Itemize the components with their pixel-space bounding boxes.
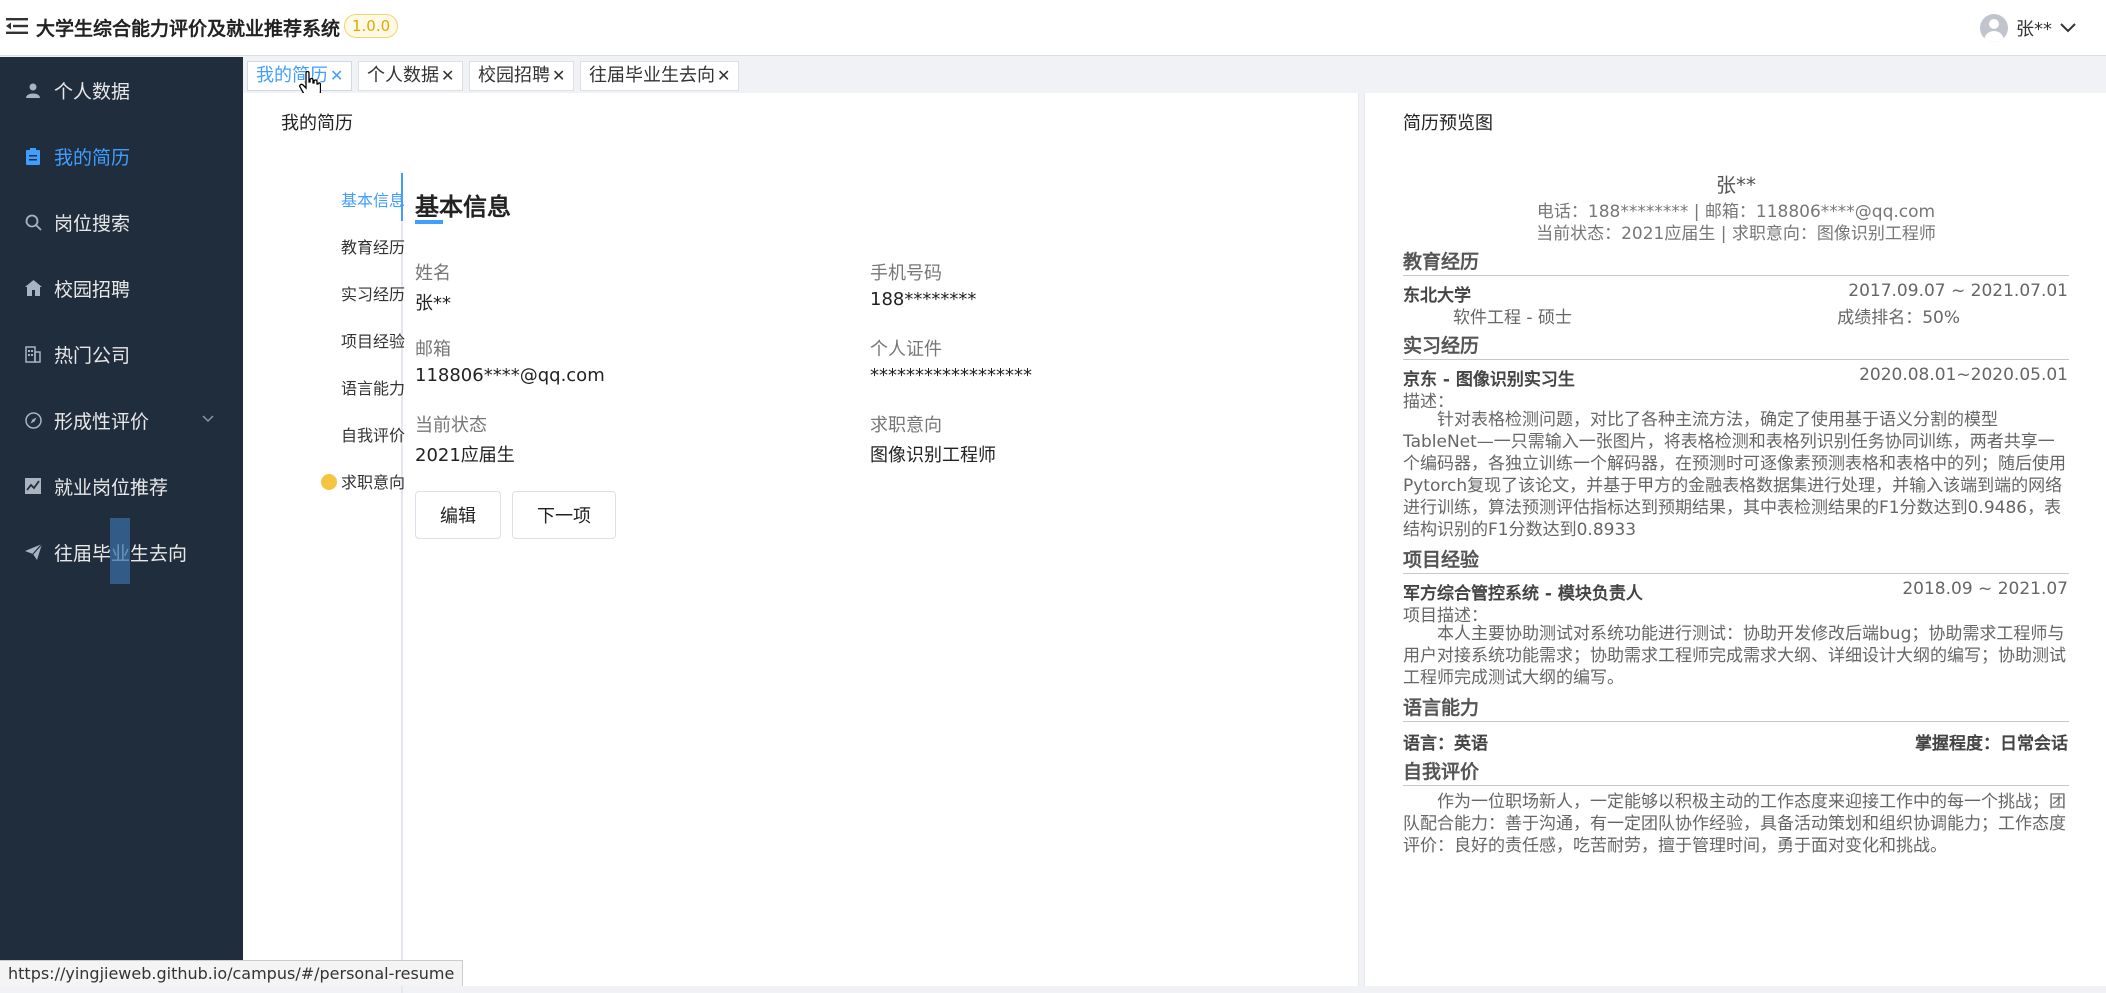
sidebar-item-label: 岗位搜索 xyxy=(54,212,131,235)
sidebar-item-my-resume[interactable]: 我的简历 xyxy=(0,123,243,189)
sidebar-item-label: 就业岗位推荐 xyxy=(54,476,169,499)
home-icon xyxy=(24,279,42,297)
step-self-eval[interactable]: 自我评价 xyxy=(341,422,405,446)
name-value: 张** xyxy=(415,293,451,314)
close-icon[interactable]: ✕ xyxy=(441,66,454,85)
tab-bar: 我的简历 ✕ 个人数据 ✕ 校园招聘 ✕ 往届毕业生去向 ✕ xyxy=(243,57,2106,99)
sidebar-item-job-search[interactable]: 岗位搜索 xyxy=(0,189,243,255)
intent-label: 求职意向 xyxy=(870,415,942,436)
resume-panel: 我的简历 基本信息 教育经历 实习经历 项目经验 语言能力 自我评价 求职意向 … xyxy=(243,93,1359,993)
user-menu[interactable]: 张** xyxy=(1980,13,2076,43)
text-selection-highlight xyxy=(110,518,130,584)
preview-project-heading: 项目经验 xyxy=(1403,545,2069,574)
preview-intern-desc: 针对表格检测问题，对比了各种主流方法，确定了使用基于语义分割的模型TableNe… xyxy=(1403,410,2066,540)
step-education[interactable]: 教育经历 xyxy=(341,234,405,258)
close-icon[interactable]: ✕ xyxy=(330,66,343,85)
version-badge: 1.0.0 xyxy=(344,14,399,38)
tab-label: 个人数据 xyxy=(367,65,439,86)
building-icon xyxy=(24,345,42,363)
section-title-underline xyxy=(415,220,443,224)
preview-language-heading: 语言能力 xyxy=(1403,693,2069,722)
tab-label: 往届毕业生去向 xyxy=(589,65,715,86)
edit-button[interactable]: 编辑 xyxy=(415,491,501,539)
preview-project-desc: 本人主要协助测试对系统功能进行测试：协助开发修改后端bug；协助需求工程师与用户… xyxy=(1403,624,2066,688)
email-value: 118806****@qq.com xyxy=(415,365,605,386)
status-label: 当前状态 xyxy=(415,415,487,436)
clipboard-icon xyxy=(24,147,42,165)
status-url: https://yingjieweb.github.io/campus/#/pe… xyxy=(0,960,464,986)
sidebar-item-campus-recruit[interactable]: 校园招聘 xyxy=(0,255,243,321)
chevron-down-icon[interactable] xyxy=(2060,23,2076,33)
avatar[interactable] xyxy=(1980,14,2008,42)
step-label: 求职意向 xyxy=(340,473,405,492)
panel-title: 我的简历 xyxy=(281,113,353,134)
preview-status: 当前状态：2021应届生 | 求职意向：图像识别工程师 xyxy=(1536,224,1936,244)
id-value: ****************** xyxy=(870,365,1032,386)
search-icon xyxy=(24,213,42,231)
email-label: 邮箱 xyxy=(415,339,451,360)
phone-label: 手机号码 xyxy=(870,263,942,284)
sidebar-item-label: 我的简历 xyxy=(54,146,131,169)
sidebar-item-personal-data[interactable]: 个人数据 xyxy=(0,57,243,123)
preview-rank: 成绩排名：50% xyxy=(1837,308,1960,328)
step-job-intent[interactable]: 求职意向 xyxy=(320,469,405,493)
compass-icon xyxy=(24,411,42,429)
chart-icon xyxy=(24,477,42,495)
user-name[interactable]: 张** xyxy=(2016,15,2052,41)
panel-title: 简历预览图 xyxy=(1403,113,1493,134)
preview-internship-heading: 实习经历 xyxy=(1403,331,2069,360)
emoji-face-icon xyxy=(320,474,337,490)
tab-label: 校园招聘 xyxy=(478,65,550,86)
sidebar: 个人数据 我的简历 岗位搜索 校园招聘 热门公司 形成性评价 就业岗位推荐 xyxy=(0,57,243,986)
sidebar-item-label: 形成性评价 xyxy=(54,410,150,433)
phone-value: 188******** xyxy=(870,289,977,310)
sidebar-item-label: 个人数据 xyxy=(54,80,131,103)
app-title: 大学生综合能力评价及就业推荐系统 xyxy=(36,18,341,40)
preview-major: 软件工程 - 硕士 xyxy=(1453,308,1572,328)
preview-self-eval: 作为一位职场新人，一定能够以积极主动的工作态度来迎接工作中的每一个挑战；团队配合… xyxy=(1403,792,2066,856)
intent-value: 图像识别工程师 xyxy=(870,445,996,466)
preview-self-eval-heading: 自我评价 xyxy=(1403,757,2069,786)
preview-intern-dates: 2020.08.01~2020.05.01 xyxy=(1859,365,2068,385)
sidebar-item-job-recommend[interactable]: 就业岗位推荐 xyxy=(0,453,243,519)
preview-panel: 简历预览图 张** 电话：188******** | 邮箱：118806****… xyxy=(1364,93,2106,986)
top-bar: 大学生综合能力评价及就业推荐系统 1.0.0 张** xyxy=(0,0,2106,56)
name-label: 姓名 xyxy=(415,263,451,284)
step-internship[interactable]: 实习经历 xyxy=(341,281,405,305)
step-project[interactable]: 项目经验 xyxy=(341,328,405,352)
preview-edu-dates: 2017.09.07 ~ 2021.07.01 xyxy=(1848,281,2068,301)
preview-name: 张** xyxy=(1716,173,1756,197)
preview-project-dates: 2018.09 ~ 2021.07 xyxy=(1902,579,2068,599)
id-label: 个人证件 xyxy=(870,339,942,360)
preview-language: 语言：英语 xyxy=(1403,734,1488,754)
sidebar-item-formative-eval[interactable]: 形成性评价 xyxy=(0,387,243,453)
user-icon xyxy=(24,81,42,99)
close-icon[interactable]: ✕ xyxy=(717,66,730,85)
step-language[interactable]: 语言能力 xyxy=(341,375,405,399)
sidebar-item-hot-companies[interactable]: 热门公司 xyxy=(0,321,243,387)
menu-toggle-icon[interactable] xyxy=(6,17,28,35)
send-icon xyxy=(24,543,42,561)
tab-campus-recruit[interactable]: 校园招聘 ✕ xyxy=(469,61,575,91)
close-icon[interactable]: ✕ xyxy=(552,66,565,85)
preview-education-heading: 教育经历 xyxy=(1403,247,2069,276)
chevron-down-icon[interactable] xyxy=(201,411,215,425)
section-title: 基本信息 xyxy=(415,193,511,221)
sidebar-item-label: 校园招聘 xyxy=(54,278,131,301)
tab-personal-data[interactable]: 个人数据 ✕ xyxy=(358,61,464,91)
status-value: 2021应届生 xyxy=(415,445,515,466)
next-button[interactable]: 下一项 xyxy=(512,491,616,539)
sidebar-item-label: 热门公司 xyxy=(54,344,131,367)
preview-language-level: 掌握程度：日常会话 xyxy=(1915,734,2068,754)
step-basic-info[interactable]: 基本信息 xyxy=(341,187,405,211)
tab-graduate-destinations[interactable]: 往届毕业生去向 ✕ xyxy=(580,61,740,91)
